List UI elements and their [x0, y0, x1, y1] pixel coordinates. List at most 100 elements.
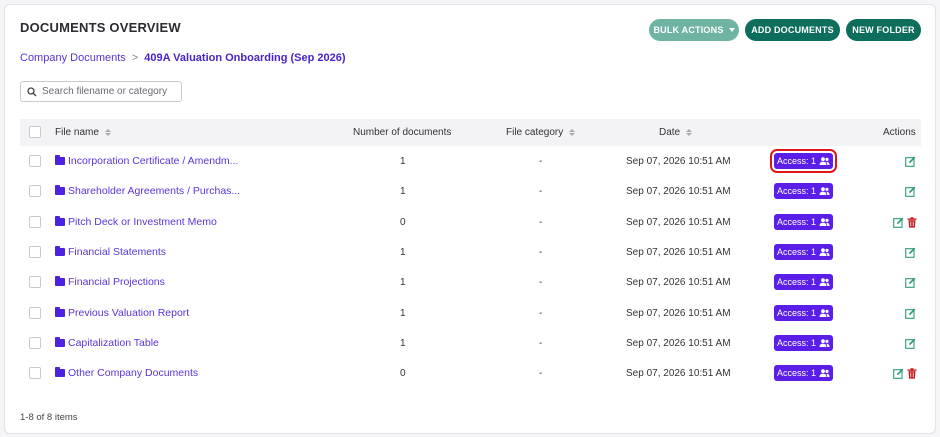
date-cell: Sep 07, 2026 10:51 AM — [626, 216, 731, 228]
edit-icon[interactable] — [905, 308, 916, 319]
edit-icon[interactable] — [893, 368, 904, 379]
date-cell: Sep 07, 2026 10:51 AM — [626, 367, 731, 379]
document-count: 1 — [400, 276, 406, 288]
date-cell: Sep 07, 2026 10:51 AM — [626, 155, 731, 167]
edit-icon[interactable] — [893, 217, 904, 228]
file-name-cell[interactable]: Pitch Deck or Investment Memo — [55, 207, 217, 237]
row-checkbox[interactable] — [29, 185, 41, 197]
column-date[interactable]: Date — [659, 119, 693, 146]
file-category: - — [539, 216, 543, 228]
row-actions — [905, 176, 916, 206]
access-label: Access: 1 — [776, 277, 816, 287]
row-actions — [905, 267, 916, 297]
search-box[interactable] — [20, 81, 182, 102]
column-file-category[interactable]: File category — [506, 119, 576, 146]
people-icon — [819, 187, 830, 195]
breadcrumb-root-link[interactable]: Company Documents — [20, 52, 126, 64]
column-file-name-label: File name — [55, 127, 99, 138]
table-row: Capitalization Table 1 - Sep 07, 2026 10:51… — [20, 328, 921, 358]
table-row: Other Company Documents 0 - Sep 07, 2026 10… — [20, 358, 921, 388]
column-file-category-label: File category — [506, 127, 564, 138]
file-category: - — [539, 185, 543, 197]
search-input[interactable] — [42, 86, 177, 97]
sort-icon — [569, 129, 576, 136]
access-button[interactable]: Access: 1 — [774, 244, 833, 260]
access-label: Access: 1 — [776, 247, 816, 257]
row-actions — [893, 358, 917, 388]
bulk-actions-button[interactable]: BULK ACTIONS — [649, 19, 739, 41]
date-cell: Sep 07, 2026 10:51 AM — [626, 307, 731, 319]
folder-icon — [55, 307, 65, 317]
access-button[interactable]: Access: 1 — [774, 183, 833, 199]
row-actions — [893, 207, 917, 237]
file-category: - — [539, 307, 543, 319]
table-row: Financial Projections 1 - Sep 07, 2026 10:5… — [20, 267, 921, 297]
file-name-link[interactable]: Other Company Documents — [68, 367, 198, 379]
document-count: 0 — [400, 216, 406, 228]
column-date-label: Date — [659, 127, 681, 138]
file-name-cell[interactable]: Capitalization Table — [55, 328, 159, 358]
file-name-cell[interactable]: Previous Valuation Report — [55, 298, 189, 328]
access-label: Access: 1 — [776, 217, 816, 227]
table-row: Shareholder Agreements / Purchas... 1 - Sep… — [20, 176, 921, 206]
access-label: Access: 1 — [776, 338, 816, 348]
access-button[interactable]: Access: 1 — [774, 335, 833, 351]
file-name-link[interactable]: Financial Projections — [68, 276, 165, 288]
edit-icon[interactable] — [905, 247, 916, 258]
table-row: Incorporation Certificate / Amendm... 1 - S… — [20, 146, 921, 176]
folder-icon — [55, 276, 65, 286]
row-checkbox[interactable] — [29, 276, 41, 288]
row-actions — [905, 146, 916, 176]
access-button[interactable]: Access: 1 — [774, 305, 833, 321]
new-folder-button[interactable]: NEW FOLDER — [846, 19, 921, 41]
add-documents-button[interactable]: ADD DOCUMENTS — [745, 19, 840, 41]
trash-icon[interactable] — [907, 216, 917, 228]
row-checkbox[interactable] — [29, 155, 41, 167]
access-button[interactable]: Access: 1 — [774, 214, 833, 230]
file-name-link[interactable]: Incorporation Certificate / Amendm... — [68, 155, 238, 167]
caret-down-icon — [728, 28, 735, 32]
file-name-link[interactable]: Capitalization Table — [68, 337, 159, 349]
pagination-info: 1-8 of 8 items — [20, 412, 78, 423]
edit-icon[interactable] — [905, 338, 916, 349]
edit-icon[interactable] — [905, 277, 916, 288]
bulk-actions-label: BULK ACTIONS — [653, 25, 724, 35]
access-button[interactable]: Access: 1 — [770, 149, 837, 173]
file-name-cell[interactable]: Other Company Documents — [55, 358, 198, 388]
file-name-cell[interactable]: Financial Projections — [55, 267, 165, 297]
row-checkbox[interactable] — [29, 246, 41, 258]
file-category: - — [539, 337, 543, 349]
column-file-name[interactable]: File name — [55, 119, 111, 146]
column-actions-label: Actions — [883, 127, 916, 138]
access-button[interactable]: Access: 1 — [774, 274, 833, 290]
file-name-link[interactable]: Pitch Deck or Investment Memo — [68, 216, 217, 228]
row-checkbox[interactable] — [29, 216, 41, 228]
row-actions — [905, 298, 916, 328]
people-icon — [819, 218, 830, 226]
sort-icon — [104, 129, 111, 136]
edit-icon[interactable] — [905, 186, 916, 197]
file-name-link[interactable]: Shareholder Agreements / Purchas... — [68, 185, 240, 197]
file-name-cell[interactable]: Incorporation Certificate / Amendm... — [55, 146, 238, 176]
row-checkbox[interactable] — [29, 307, 41, 319]
folder-icon — [55, 367, 65, 377]
file-name-link[interactable]: Financial Statements — [68, 246, 166, 258]
row-actions — [905, 237, 916, 267]
select-all-checkbox[interactable] — [29, 126, 41, 138]
search-icon — [27, 86, 37, 96]
file-name-link[interactable]: Previous Valuation Report — [68, 307, 189, 319]
document-count: 1 — [400, 307, 406, 319]
row-checkbox[interactable] — [29, 367, 41, 379]
table-row: Pitch Deck or Investment Memo 0 - Sep 07, 2… — [20, 207, 921, 237]
file-name-cell[interactable]: Shareholder Agreements / Purchas... — [55, 176, 240, 206]
trash-icon[interactable] — [907, 367, 917, 379]
row-checkbox[interactable] — [29, 337, 41, 349]
people-icon — [819, 339, 830, 347]
edit-icon[interactable] — [905, 156, 916, 167]
breadcrumb-current: 409A Valuation Onboarding (Sep 2026) — [144, 52, 346, 64]
access-button[interactable]: Access: 1 — [774, 365, 833, 381]
access-label: Access: 1 — [776, 186, 816, 196]
folder-icon — [55, 216, 65, 226]
document-count: 1 — [400, 246, 406, 258]
file-name-cell[interactable]: Financial Statements — [55, 237, 166, 267]
